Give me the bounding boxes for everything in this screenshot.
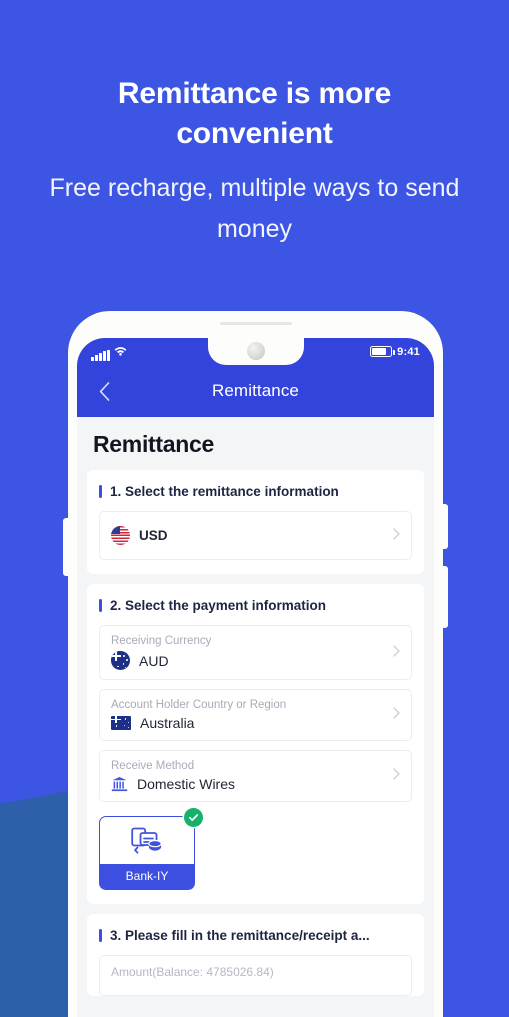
field-remittance-currency-value: USD — [139, 528, 168, 543]
chevron-left-icon — [99, 381, 109, 401]
volume-button-left[interactable] — [63, 518, 68, 576]
payment-method-card-bank-iy[interactable]: Bank-IY — [99, 808, 203, 890]
section-card-remittance-info: 1. Select the remittance information USD — [87, 470, 424, 574]
wifi-icon — [114, 343, 127, 361]
nav-title: Remittance — [212, 381, 299, 400]
flag-au-rect-icon — [111, 716, 131, 730]
section-heading-2: 2. Select the payment information — [99, 598, 412, 613]
battery-icon — [370, 346, 395, 357]
front-camera — [246, 342, 265, 360]
back-button[interactable] — [89, 376, 119, 406]
section-card-payment-info: 2. Select the payment information Receiv… — [87, 584, 424, 904]
status-bar-left — [91, 343, 127, 361]
chevron-right-icon — [393, 644, 400, 662]
power-button[interactable] — [443, 566, 448, 628]
promo-title: Remittance is more convenient — [117, 77, 392, 150]
section-heading-3: 3. Please fill in the remittance/receipt… — [99, 928, 412, 943]
section-heading-1: 1. Select the remittance information — [99, 484, 412, 499]
payment-method-name: Bank-IY — [100, 864, 194, 889]
payment-method-list: Bank-IY — [99, 808, 412, 890]
promo-screenshot: Remittance is more convenient Free recha… — [0, 0, 509, 1017]
chevron-right-icon — [393, 527, 400, 545]
nav-bar: Remittance — [77, 365, 434, 417]
promo-copy: Remittance is more convenient Free recha… — [0, 74, 509, 250]
field-remittance-currency[interactable]: USD — [99, 511, 412, 560]
app-chrome: 9:41 Remittance — [77, 338, 434, 417]
chevron-right-icon — [393, 767, 400, 785]
field-receive-method-value: Domestic Wires — [137, 776, 236, 792]
phone-screen: 9:41 Remittance Remittance 1. Select the… — [77, 338, 434, 1017]
field-account-holder-country[interactable]: Account Holder Country or Region Austral… — [99, 689, 412, 741]
field-value-row: USD — [111, 526, 381, 545]
section-marker-icon — [99, 929, 102, 942]
flag-us-icon — [111, 526, 130, 545]
volume-up-button[interactable] — [443, 504, 448, 549]
field-receiving-currency[interactable]: Receiving Currency AUD — [99, 625, 412, 680]
field-receive-method-label: Receive Method — [111, 760, 195, 772]
page-title: Remittance — [93, 431, 214, 457]
status-bar-clock: 9:41 — [397, 345, 420, 358]
promo-subtitle: Free recharge, multiple ways to send mon… — [49, 174, 460, 243]
section-heading-1-label: 1. Select the remittance information — [110, 484, 339, 499]
field-account-holder-country-value: Australia — [140, 715, 195, 731]
status-bar-right: 9:41 — [370, 346, 420, 358]
field-receiving-currency-value: AUD — [139, 652, 169, 669]
amount-input-placeholder: Amount(Balance: 4785026.84) — [111, 965, 274, 979]
phone-mockup: 9:41 Remittance Remittance 1. Select the… — [63, 311, 448, 1017]
bank-icon — [111, 776, 128, 792]
field-value-row: Australia — [111, 715, 381, 731]
section-marker-icon — [99, 599, 102, 612]
field-receive-method[interactable]: Receive Method Domestic Wires — [99, 750, 412, 802]
field-receiving-currency-label: Receiving Currency — [111, 635, 212, 647]
earpiece-speaker — [219, 322, 292, 325]
app-scroll-body[interactable]: Remittance 1. Select the remittance info… — [77, 417, 434, 1017]
section-card-amount: 3. Please fill in the remittance/receipt… — [87, 914, 424, 996]
signal-bars-icon — [91, 349, 110, 361]
section-marker-icon — [99, 485, 102, 498]
field-value-row: AUD — [111, 651, 381, 670]
transfer-cards-coins-icon — [100, 817, 194, 864]
check-circle-icon — [184, 808, 203, 827]
field-account-holder-country-label: Account Holder Country or Region — [111, 699, 287, 711]
flag-au-round-icon — [111, 651, 130, 670]
field-value-row: Domestic Wires — [111, 776, 381, 792]
section-heading-2-label: 2. Select the payment information — [110, 598, 327, 613]
section-heading-3-label: 3. Please fill in the remittance/receipt… — [110, 928, 370, 943]
chevron-right-icon — [393, 706, 400, 724]
amount-input-wrapper[interactable]: Amount(Balance: 4785026.84) — [99, 955, 412, 996]
camera-notch — [207, 338, 304, 365]
